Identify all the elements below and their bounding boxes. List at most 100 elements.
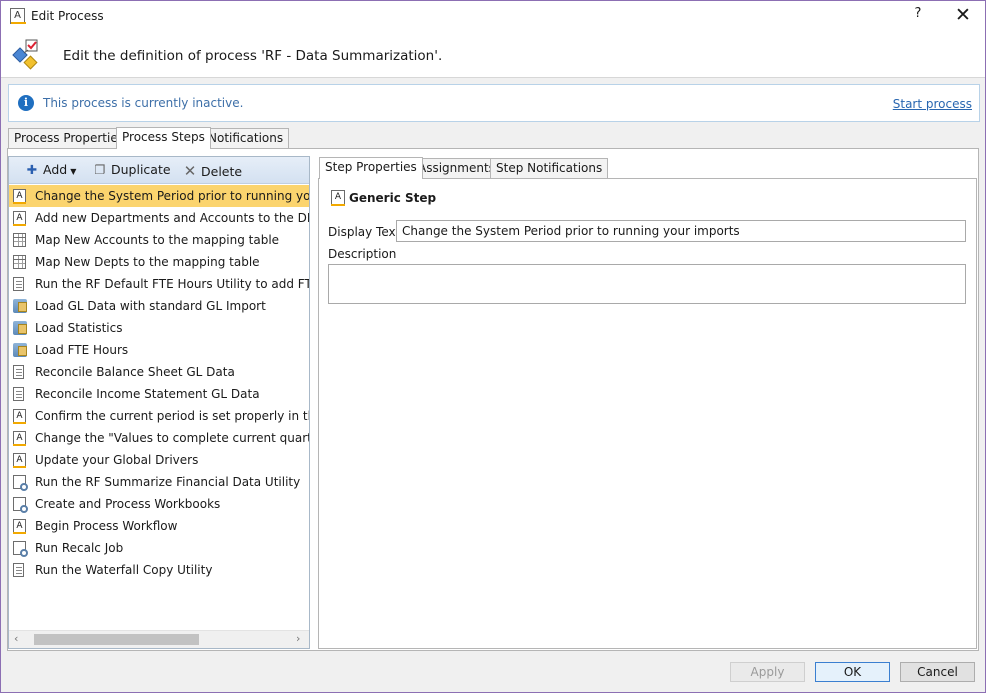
delete-button-label: Delete bbox=[201, 164, 243, 179]
window-title: Edit Process bbox=[31, 9, 104, 23]
generic-step-icon: A bbox=[13, 519, 26, 534]
table-icon bbox=[13, 233, 26, 247]
document-icon bbox=[13, 365, 24, 379]
plus-icon: ✚ bbox=[26, 162, 38, 177]
step-list-item[interactable]: Map New Accounts to the mapping table bbox=[9, 229, 309, 251]
duplicate-button[interactable]: ❐ Duplicate bbox=[93, 162, 171, 177]
generic-step-icon: A bbox=[13, 211, 26, 226]
cancel-button[interactable]: Cancel bbox=[900, 662, 975, 682]
tab-process-steps[interactable]: Process Steps bbox=[116, 127, 211, 149]
step-label: Reconcile Balance Sheet GL Data bbox=[35, 365, 235, 379]
chevron-down-icon: ▼ bbox=[70, 167, 77, 176]
tab-notifications[interactable]: Notifications bbox=[202, 128, 290, 148]
step-label: Add new Departments and Accounts to the … bbox=[35, 211, 309, 225]
steps-list-panel: ✚ Add ▼ ❐ Duplicate ✕ Delete A Change the Sys… bbox=[8, 156, 310, 649]
step-list-item[interactable]: Load Statistics bbox=[9, 317, 309, 339]
step-label: Run Recalc Job bbox=[35, 541, 124, 555]
start-process-link[interactable]: Start process bbox=[893, 97, 972, 111]
step-list-item[interactable]: Load GL Data with standard GL Import bbox=[9, 295, 309, 317]
step-label: Run the Waterfall Copy Utility bbox=[35, 563, 213, 577]
dialog-header-text: Edit the definition of process 'RF - Dat… bbox=[63, 48, 443, 64]
import-icon bbox=[13, 299, 27, 313]
step-list-item[interactable]: A Add new Departments and Accounts to the… bbox=[9, 207, 309, 229]
step-list-item[interactable]: A Confirm the current period is set prope… bbox=[9, 405, 309, 427]
app-icon: A bbox=[10, 8, 26, 24]
status-infobar: i This process is currently inactive. St… bbox=[8, 84, 980, 122]
add-button-label: Add bbox=[43, 162, 68, 177]
header-divider bbox=[1, 77, 985, 78]
document-icon bbox=[13, 277, 24, 291]
generic-step-icon: A bbox=[13, 431, 26, 446]
generic-step-icon: A bbox=[13, 453, 26, 468]
scroll-right-icon[interactable]: › bbox=[296, 632, 300, 645]
delete-x-icon: ✕ bbox=[183, 162, 197, 180]
tab-process-properties[interactable]: Process Properties bbox=[8, 128, 130, 148]
step-label: Map New Accounts to the mapping table bbox=[35, 233, 280, 247]
document-icon bbox=[13, 563, 24, 577]
step-label: Create and Process Workbooks bbox=[35, 497, 221, 511]
step-label: Begin Process Workflow bbox=[35, 519, 178, 533]
display-text-label: Display Text bbox=[328, 225, 401, 239]
title-bar: A Edit Process ? ✕ bbox=[1, 1, 985, 32]
step-label: Load GL Data with standard GL Import bbox=[35, 299, 266, 313]
scroll-left-icon[interactable]: ‹ bbox=[14, 632, 18, 645]
description-textarea[interactable] bbox=[328, 264, 966, 304]
import-icon bbox=[13, 321, 27, 335]
step-label: Update your Global Drivers bbox=[35, 453, 199, 467]
step-list-item[interactable]: Create and Process Workbooks bbox=[9, 493, 309, 515]
generic-step-icon: A bbox=[13, 409, 26, 424]
apply-button[interactable]: Apply bbox=[730, 662, 805, 682]
step-list-item[interactable]: Run the RF Default FTE Hours Utility to … bbox=[9, 273, 309, 295]
step-label: Change the System Period prior to runnin… bbox=[35, 189, 309, 203]
step-type-title: Generic Step bbox=[349, 191, 437, 205]
step-label: Reconcile Income Statement GL Data bbox=[35, 387, 260, 401]
inactive-status-text: This process is currently inactive. bbox=[43, 96, 244, 110]
help-button[interactable]: ? bbox=[909, 6, 927, 26]
scroll-thumb[interactable] bbox=[34, 634, 199, 645]
steps-toolbar: ✚ Add ▼ ❐ Duplicate ✕ Delete bbox=[9, 157, 309, 184]
step-label: Load Statistics bbox=[35, 321, 123, 335]
info-icon: i bbox=[18, 95, 34, 111]
duplicate-icon: ❐ bbox=[94, 162, 106, 177]
tab-step-notifications[interactable]: Step Notifications bbox=[490, 158, 609, 178]
step-list-item[interactable]: A Update your Global Drivers bbox=[9, 449, 309, 471]
steps-horizontal-scrollbar[interactable]: ‹ › bbox=[9, 630, 309, 648]
duplicate-button-label: Duplicate bbox=[111, 162, 171, 177]
description-label: Description bbox=[328, 247, 397, 261]
display-text-input[interactable] bbox=[396, 220, 966, 242]
close-button[interactable]: ✕ bbox=[949, 4, 977, 28]
import-icon bbox=[13, 343, 27, 357]
step-list-item[interactable]: A Change the System Period prior to runni… bbox=[9, 185, 309, 207]
generic-step-icon: A bbox=[331, 190, 345, 206]
step-list-item[interactable]: Reconcile Balance Sheet GL Data bbox=[9, 361, 309, 383]
step-label: Change the "Values to complete current q… bbox=[35, 431, 309, 445]
step-label: Load FTE Hours bbox=[35, 343, 129, 357]
utility-icon bbox=[13, 475, 28, 491]
step-list-item[interactable]: Run the RF Summarize Financial Data Util… bbox=[9, 471, 309, 493]
generic-step-icon: A bbox=[13, 189, 26, 204]
delete-button[interactable]: ✕ Delete bbox=[183, 162, 242, 180]
step-list-item[interactable]: Map New Depts to the mapping table bbox=[9, 251, 309, 273]
tab-step-properties[interactable]: Step Properties bbox=[319, 157, 423, 179]
step-label: Map New Depts to the mapping table bbox=[35, 255, 260, 269]
step-label: Run the RF Default FTE Hours Utility to … bbox=[35, 277, 309, 291]
utility-icon bbox=[13, 541, 28, 557]
process-icon bbox=[12, 39, 38, 70]
document-icon bbox=[13, 387, 24, 401]
table-icon bbox=[13, 255, 26, 269]
steps-list: A Change the System Period prior to runni… bbox=[9, 185, 309, 581]
tab-assignments[interactable]: Assignments bbox=[412, 158, 501, 178]
utility-icon bbox=[13, 497, 28, 513]
step-properties-panel bbox=[318, 178, 977, 649]
step-list-item[interactable]: A Begin Process Workflow bbox=[9, 515, 309, 537]
dialog-header: Edit the definition of process 'RF - Dat… bbox=[1, 32, 985, 78]
step-list-item[interactable]: A Change the "Values to complete current … bbox=[9, 427, 309, 449]
add-button[interactable]: ✚ Add ▼ bbox=[25, 162, 77, 177]
step-list-item[interactable]: Run Recalc Job bbox=[9, 537, 309, 559]
step-label: Run the RF Summarize Financial Data Util… bbox=[35, 475, 301, 489]
step-list-item[interactable]: Run the Waterfall Copy Utility bbox=[9, 559, 309, 581]
step-list-item[interactable]: Load FTE Hours bbox=[9, 339, 309, 361]
step-label: Confirm the current period is set proper… bbox=[35, 409, 309, 423]
ok-button[interactable]: OK bbox=[815, 662, 890, 682]
step-list-item[interactable]: Reconcile Income Statement GL Data bbox=[9, 383, 309, 405]
